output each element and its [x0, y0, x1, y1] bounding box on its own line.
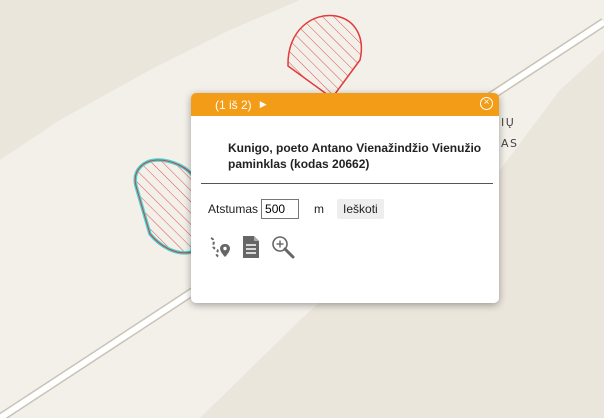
popup-tools: [209, 235, 302, 259]
route-icon[interactable]: [209, 235, 231, 259]
unit-label: m: [314, 202, 325, 216]
document-icon[interactable]: [240, 235, 262, 259]
popup-header: (1 iš 2) ▶ ×: [191, 93, 499, 116]
object-title: Kunigo, poeto Antano Vienažindžio Vienuž…: [228, 141, 482, 171]
map-label-1: IŲ: [501, 116, 516, 129]
map-label-2: AS: [501, 137, 519, 150]
search-button[interactable]: Ieškoti: [337, 199, 384, 219]
info-popup: (1 iš 2) ▶ × Kunigo, poeto Antano Vienaž…: [191, 93, 499, 303]
pager-label: (1 iš 2): [215, 97, 252, 112]
distance-input[interactable]: [261, 199, 300, 219]
zoom-in-icon[interactable]: [271, 235, 295, 259]
distance-search-row: Atstumas m Ieškoti: [208, 199, 384, 219]
next-arrow-icon[interactable]: ▶: [260, 99, 267, 110]
close-icon[interactable]: ×: [480, 97, 493, 110]
distance-label: Atstumas: [208, 202, 259, 216]
divider: [201, 183, 493, 184]
